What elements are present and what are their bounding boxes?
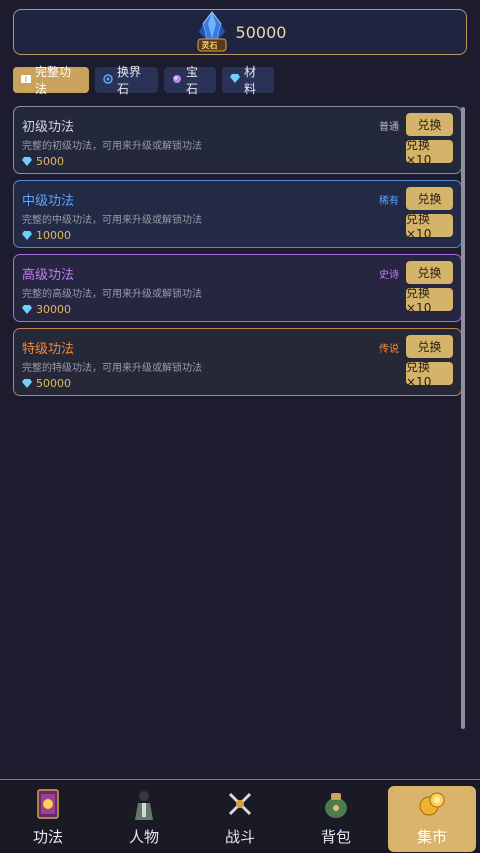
spirit-stone-icon: 灵石 (194, 10, 230, 54)
item-price: 50000 (22, 377, 71, 390)
bag-icon (325, 793, 347, 818)
exchange-x10-button[interactable]: 兑换×10 (406, 360, 453, 389)
spirit-stone-bar: 灵石 50000 (13, 9, 467, 55)
tab-label: 完整功法 (35, 65, 72, 96)
price-value: 30000 (36, 303, 71, 316)
exchange-button[interactable]: 兑换 (406, 261, 453, 284)
tab-realm-stone[interactable]: 换界石 (95, 65, 158, 96)
nav-battle[interactable]: 战斗 (192, 780, 288, 853)
tab-label: 换界石 (117, 65, 142, 96)
nav-label: 背包 (320, 828, 351, 846)
item-title: 高级功法 (22, 268, 75, 283)
item-description: 完整的高级功法，可用来升级或解锁功法 (22, 289, 202, 300)
item-price: 30000 (22, 303, 71, 316)
scroll-book-icon (37, 789, 59, 819)
item-description: 完整的特级功法，可用来升级或解锁功法 (22, 363, 202, 374)
diamond-icon (22, 157, 32, 166)
exchange-x10-button[interactable]: 兑换×10 (406, 286, 453, 315)
price-value: 5000 (36, 155, 64, 168)
nav-label: 人物 (128, 828, 159, 846)
exchange-item-advanced: 高级功法 史诗 完整的高级功法，可用来升级或解锁功法 30000 兑换 兑换×1… (13, 254, 462, 322)
item-title: 初级功法 (22, 120, 75, 135)
nav-label: 集市 (416, 828, 447, 846)
crossed-swords-icon (228, 792, 252, 816)
item-description: 完整的初级功法，可用来升级或解锁功法 (22, 141, 202, 152)
item-price: 10000 (22, 229, 71, 242)
diamond-icon (22, 379, 32, 388)
tab-label: 材料 (244, 65, 257, 96)
spirit-stone-amount: 50000 (235, 22, 287, 42)
item-description: 完整的中级功法，可用来升级或解锁功法 (22, 215, 202, 226)
price-value: 10000 (36, 229, 71, 242)
tab-gems[interactable]: 宝石 (164, 65, 216, 96)
item-title: 特级功法 (22, 342, 75, 357)
gem-icon (230, 74, 240, 86)
book-icon (21, 74, 31, 86)
swirl-icon (103, 73, 113, 87)
nav-market[interactable]: 集市 (384, 780, 480, 853)
exchange-list: 初级功法 普通 完整的初级功法，可用来升级或解锁功法 5000 兑换 兑换×10… (13, 106, 462, 402)
orb-icon (172, 74, 182, 87)
nav-label: 功法 (32, 828, 63, 846)
character-icon (135, 791, 153, 820)
coins-icon (419, 792, 445, 816)
diamond-icon (22, 305, 32, 314)
exchange-button[interactable]: 兑换 (406, 335, 453, 358)
rarity-badge: 史诗 (379, 270, 399, 281)
exchange-x10-button[interactable]: 兑换×10 (406, 138, 453, 167)
exchange-button[interactable]: 兑换 (406, 187, 453, 210)
rarity-badge: 普通 (379, 122, 399, 133)
rarity-badge: 稀有 (379, 196, 399, 207)
exchange-x10-button[interactable]: 兑换×10 (406, 212, 453, 241)
nav-label: 战斗 (224, 828, 255, 846)
nav-character[interactable]: 人物 (96, 780, 192, 853)
item-price: 5000 (22, 155, 64, 168)
exchange-item-intermediate: 中级功法 稀有 完整的中级功法，可用来升级或解锁功法 10000 兑换 兑换×1… (13, 180, 462, 248)
category-tabs: 完整功法 换界石 宝石 材料 (13, 65, 274, 96)
item-title: 中级功法 (22, 194, 75, 209)
price-value: 50000 (36, 377, 71, 390)
tab-complete-techniques[interactable]: 完整功法 (13, 65, 89, 96)
rarity-badge: 传说 (379, 344, 399, 355)
exchange-item-basic: 初级功法 普通 完整的初级功法，可用来升级或解锁功法 5000 兑换 兑换×10 (13, 106, 462, 174)
tab-materials[interactable]: 材料 (222, 65, 274, 96)
list-scrollbar[interactable] (461, 107, 465, 729)
exchange-item-supreme: 特级功法 传说 完整的特级功法，可用来升级或解锁功法 50000 兑换 兑换×1… (13, 328, 462, 396)
tab-label: 宝石 (186, 65, 199, 96)
bottom-nav: 功法 人物 战斗 背包 集市 (0, 779, 480, 853)
diamond-icon (22, 231, 32, 240)
exchange-button[interactable]: 兑换 (406, 113, 453, 136)
nav-backpack[interactable]: 背包 (288, 780, 384, 853)
nav-techniques[interactable]: 功法 (0, 780, 96, 853)
spirit-stone-label: 灵石 (201, 41, 218, 50)
